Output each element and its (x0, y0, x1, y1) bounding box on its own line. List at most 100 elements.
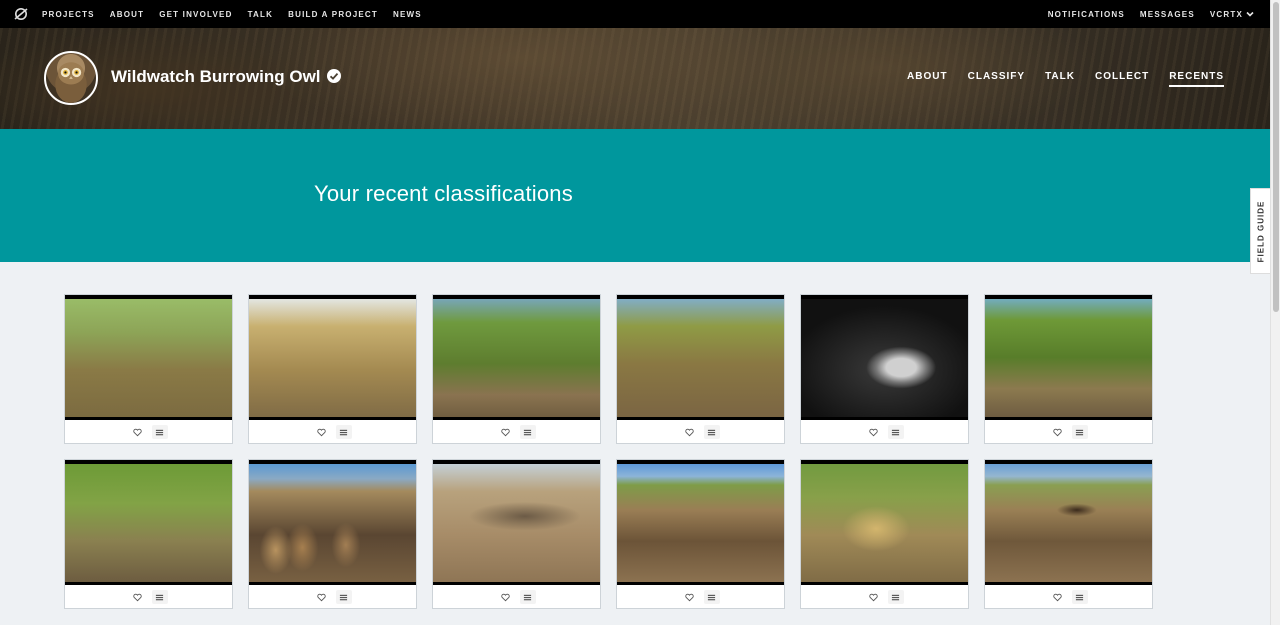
camera-timestamp-bar (617, 460, 784, 464)
project-title[interactable]: Wildwatch Burrowing Owl (111, 67, 321, 87)
nav-talk[interactable]: TALK (248, 10, 274, 19)
tab-about[interactable]: ABOUT (907, 71, 948, 87)
username: VCRTX (1209, 9, 1243, 19)
subject-thumbnail[interactable] (433, 295, 600, 420)
camera-timestamp-bar (433, 460, 600, 464)
subject-thumbnail[interactable] (617, 460, 784, 585)
subject-thumbnail[interactable] (249, 460, 416, 585)
add-to-collection-button[interactable] (703, 590, 720, 604)
card-actions (985, 421, 1152, 443)
favorite-button[interactable] (498, 590, 514, 604)
favorite-button[interactable] (1050, 590, 1066, 604)
subject-thumbnail[interactable] (65, 460, 232, 585)
favorite-button[interactable] (866, 425, 882, 439)
page-scrollbar[interactable] (1270, 0, 1280, 625)
favorite-button[interactable] (682, 425, 698, 439)
messages-link[interactable]: MESSAGES (1140, 10, 1195, 19)
favorite-button[interactable] (682, 590, 698, 604)
favorite-button[interactable] (866, 590, 882, 604)
subject-thumbnail[interactable] (433, 460, 600, 585)
card-actions (249, 421, 416, 443)
subject-thumbnail[interactable] (985, 460, 1152, 585)
subject-thumbnail[interactable] (801, 460, 968, 585)
scrollbar-thumb[interactable] (1273, 2, 1279, 312)
recent-classification-card[interactable] (800, 294, 969, 444)
camera-timestamp-bar (65, 460, 232, 464)
user-menu[interactable]: VCRTX (1210, 10, 1254, 19)
favorite-button[interactable] (314, 590, 330, 604)
recent-classification-card[interactable] (984, 294, 1153, 444)
tab-classify[interactable]: CLASSIFY (968, 71, 1025, 87)
subject-thumbnail[interactable] (65, 295, 232, 420)
camera-footer-bar (249, 582, 416, 585)
camera-footer-bar (433, 582, 600, 585)
top-bar: PROJECTS ABOUT GET INVOLVED TALK BUILD A… (0, 0, 1280, 28)
favorite-button[interactable] (130, 590, 146, 604)
heart-icon (501, 593, 510, 601)
verified-badge-icon (327, 69, 341, 83)
camera-timestamp-bar (985, 295, 1152, 299)
add-to-collection-button[interactable] (519, 425, 536, 439)
recent-classification-card[interactable] (64, 294, 233, 444)
camera-footer-bar (801, 417, 968, 420)
camera-footer-bar (801, 582, 968, 585)
recent-classification-card[interactable] (616, 294, 785, 444)
field-guide-tab[interactable]: FIELD GUIDE (1250, 188, 1270, 274)
subject-thumbnail[interactable] (617, 295, 784, 420)
recent-classification-card[interactable] (248, 294, 417, 444)
recent-classification-card[interactable] (248, 459, 417, 609)
list-icon (523, 594, 532, 600)
site-nav: PROJECTS ABOUT GET INVOLVED TALK BUILD A… (42, 0, 422, 28)
favorite-button[interactable] (314, 425, 330, 439)
nav-news[interactable]: NEWS (393, 10, 422, 19)
add-to-collection-button[interactable] (335, 590, 352, 604)
camera-timestamp-bar (65, 295, 232, 299)
nav-projects[interactable]: PROJECTS (42, 10, 95, 19)
recent-classification-card[interactable] (800, 459, 969, 609)
nav-build-a-project[interactable]: BUILD A PROJECT (288, 10, 378, 19)
subject-thumbnail[interactable] (249, 295, 416, 420)
card-actions (433, 421, 600, 443)
card-actions (433, 586, 600, 608)
heart-icon (685, 428, 694, 436)
list-icon (707, 429, 716, 435)
list-icon (155, 594, 164, 600)
favorite-button[interactable] (498, 425, 514, 439)
notifications-link[interactable]: NOTIFICATIONS (1048, 10, 1125, 19)
field-guide-label: FIELD GUIDE (1256, 200, 1266, 262)
recent-classification-card[interactable] (616, 459, 785, 609)
recent-classification-card[interactable] (432, 294, 601, 444)
tab-collect[interactable]: COLLECT (1095, 71, 1149, 87)
favorite-button[interactable] (1050, 425, 1066, 439)
recent-classification-card[interactable] (984, 459, 1153, 609)
add-to-collection-button[interactable] (519, 590, 536, 604)
recent-classification-card[interactable] (64, 459, 233, 609)
camera-footer-bar (65, 417, 232, 420)
heart-icon (869, 593, 878, 601)
add-to-collection-button[interactable] (151, 425, 168, 439)
tab-recents[interactable]: RECENTS (1169, 71, 1224, 87)
subject-thumbnail[interactable] (985, 295, 1152, 420)
zooniverse-logo-icon[interactable] (14, 7, 28, 21)
add-to-collection-button[interactable] (887, 590, 904, 604)
list-icon (339, 429, 348, 435)
project-nav: ABOUT CLASSIFY TALK COLLECT RECENTS (907, 71, 1224, 87)
add-to-collection-button[interactable] (151, 590, 168, 604)
list-icon (1075, 594, 1084, 600)
nav-get-involved[interactable]: GET INVOLVED (159, 10, 232, 19)
recent-classification-card[interactable] (432, 459, 601, 609)
add-to-collection-button[interactable] (887, 425, 904, 439)
card-actions (65, 421, 232, 443)
project-avatar[interactable] (44, 51, 98, 105)
add-to-collection-button[interactable] (335, 425, 352, 439)
camera-timestamp-bar (801, 295, 968, 299)
add-to-collection-button[interactable] (1071, 590, 1088, 604)
tab-talk[interactable]: TALK (1045, 71, 1075, 87)
favorite-button[interactable] (130, 425, 146, 439)
add-to-collection-button[interactable] (703, 425, 720, 439)
add-to-collection-button[interactable] (1071, 425, 1088, 439)
subject-thumbnail[interactable] (801, 295, 968, 420)
nav-about[interactable]: ABOUT (110, 10, 144, 19)
recents-banner: Your recent classifications (0, 129, 1270, 262)
camera-footer-bar (985, 417, 1152, 420)
